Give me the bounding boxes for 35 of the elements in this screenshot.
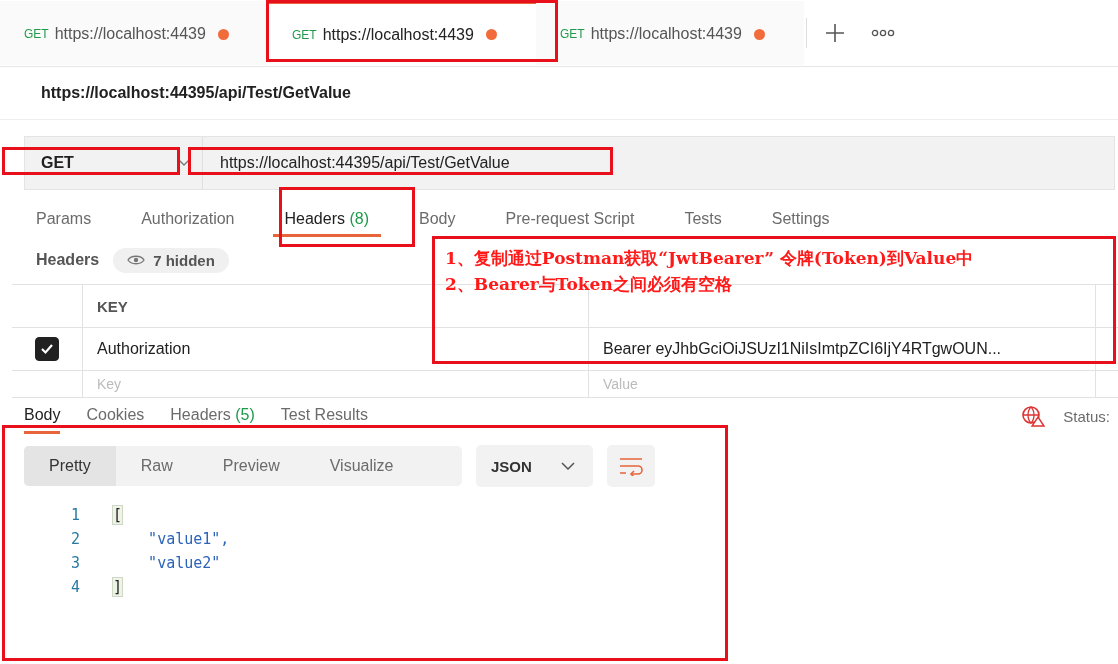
request-section-tab[interactable]: Authorization — [129, 204, 247, 236]
response-tab[interactable]: Body — [24, 398, 61, 434]
request-section-tab[interactable]: Settings — [759, 204, 842, 236]
code-text: ] — [112, 577, 124, 597]
request-tab[interactable]: GET https://localhost:4439 — [0, 1, 268, 65]
request-section-tab[interactable]: Tests — [672, 204, 734, 236]
response-tab[interactable]: Test Results — [280, 399, 368, 433]
request-tab[interactable]: GET https://localhost:4439 — [536, 1, 804, 65]
headers-label: Headers — [36, 251, 100, 269]
column-header: KEY — [97, 297, 128, 315]
table-cell: Bearer eyJhbGciOiJSUzI1NiIsImtpZCI6IjY4RTgwOUN... — [603, 340, 1002, 358]
view-mode-tab[interactable]: Raw — [115, 446, 198, 486]
request-section-tab[interactable]: Headers (8) — [272, 203, 381, 237]
request-title: https://localhost:44395/api/Test/GetValue — [41, 84, 351, 102]
code-text: "value2" — [147, 554, 221, 572]
response-tab[interactable]: Cookies — [86, 399, 145, 433]
line-number: 3 — [69, 554, 80, 572]
format-dropdown[interactable]: JSON — [476, 445, 593, 487]
view-mode-tab[interactable]: Visualize — [304, 446, 419, 486]
status-label: Status: — [1063, 407, 1110, 425]
code-text: [ — [112, 505, 124, 525]
request-section-tab[interactable]: Body — [407, 204, 468, 236]
table-cell: Authorization — [97, 340, 191, 358]
view-mode-tab[interactable]: Pretty — [24, 446, 116, 486]
line-number: 2 — [69, 530, 80, 548]
annotation-text: 2、Bearer与Token之间必须有空格 — [445, 273, 733, 296]
request-section-tab[interactable]: Pre-request Script — [493, 204, 647, 236]
view-mode-tab[interactable]: Preview — [197, 446, 305, 486]
line-number: 4 — [69, 578, 80, 596]
annotation-text: 1、复制通过Postman获取“JwtBearer” 令牌(Token)到Value中 — [445, 247, 975, 270]
line-number: 1 — [69, 506, 80, 524]
code-text: "value1", — [147, 530, 230, 548]
hidden-headers-toggle[interactable]: 7 hidden — [113, 247, 229, 273]
response-tab[interactable]: Headers (5) — [170, 399, 255, 433]
request-section-tab[interactable]: Params — [24, 204, 104, 236]
